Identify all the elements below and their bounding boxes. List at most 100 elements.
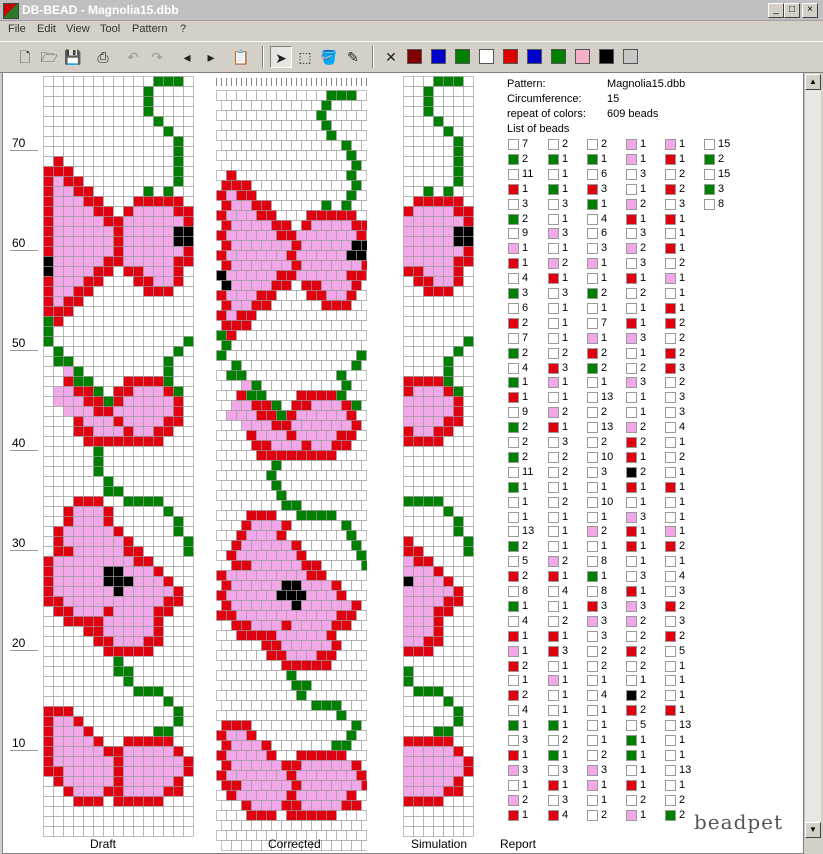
bead-cell	[433, 606, 444, 617]
bead-cell	[53, 226, 64, 237]
menu-view[interactable]: View	[66, 23, 90, 35]
color-swatch[interactable]	[431, 49, 446, 64]
bead-cell	[463, 116, 474, 127]
bead-cell	[133, 406, 144, 417]
bead-cell	[331, 400, 342, 411]
bead-cell	[63, 466, 74, 477]
bead-cell	[453, 726, 464, 737]
bead-cell	[163, 326, 174, 337]
bead-cell	[113, 376, 124, 387]
bead-cell	[133, 96, 144, 107]
bead-cell	[281, 260, 292, 271]
save-icon[interactable]: 💾	[62, 46, 84, 68]
paste-icon[interactable]: 📋	[230, 46, 252, 68]
bead-cell	[331, 480, 342, 491]
bead-cell	[331, 640, 342, 651]
bead-cell	[423, 196, 434, 207]
eyedropper-icon[interactable]: ✎	[342, 46, 364, 68]
open-folder-icon[interactable]: 🗁	[38, 46, 60, 68]
menu-file[interactable]: File	[8, 23, 26, 35]
bead-cell	[276, 230, 287, 241]
bead-cell	[261, 820, 272, 831]
color-swatch[interactable]	[623, 49, 638, 64]
bead-cell	[361, 580, 367, 591]
bead-color-swatch	[626, 228, 637, 240]
color-swatch[interactable]	[551, 49, 566, 64]
bead-cell	[261, 540, 272, 551]
pointer-icon[interactable]: ➤	[270, 46, 292, 68]
bead-cell	[351, 540, 362, 551]
bead-cell	[246, 190, 257, 201]
undo-icon[interactable]: ↶	[122, 46, 144, 68]
bead-cell	[226, 690, 237, 701]
bead-color-swatch	[665, 437, 676, 448]
bead-cell	[266, 210, 277, 221]
bead-cell	[316, 570, 327, 581]
new-file-icon[interactable]: 🗋	[14, 46, 36, 68]
bead-cell	[133, 806, 144, 817]
menu-edit[interactable]: Edit	[37, 23, 56, 35]
bead-cell	[336, 410, 347, 421]
bead-cell	[296, 650, 307, 661]
next-icon[interactable]: ▸	[200, 46, 222, 68]
bead-cell	[291, 580, 302, 591]
scroll-up-icon[interactable]: ▲	[805, 74, 821, 90]
bead-cell	[113, 316, 124, 327]
corrected-grid[interactable]	[216, 76, 367, 851]
bead-cell	[251, 100, 262, 111]
bead-cell	[123, 276, 134, 287]
redo-icon[interactable]: ↷	[146, 46, 168, 68]
color-swatch[interactable]	[479, 49, 494, 64]
bead-cell	[246, 730, 257, 741]
simulation-grid[interactable]	[403, 76, 474, 837]
color-swatch[interactable]	[527, 49, 542, 64]
print-icon[interactable]: ⎙	[92, 46, 114, 68]
minimize-button[interactable]: _	[768, 3, 784, 18]
fill-bucket-icon[interactable]: 🪣	[318, 46, 340, 68]
menu-help[interactable]: ?	[180, 23, 186, 35]
bead-cell	[113, 826, 124, 837]
vertical-scrollbar[interactable]: ▲ ▼	[804, 74, 821, 838]
bead-count: 1	[679, 689, 686, 702]
bead-cell	[221, 700, 232, 711]
bead-count: 7	[522, 138, 529, 150]
bead-cell	[351, 280, 362, 291]
bead-cell	[443, 636, 454, 647]
menu-tool[interactable]: Tool	[100, 23, 120, 35]
menu-pattern[interactable]: Pattern	[132, 23, 167, 35]
bead-count: 1	[562, 391, 569, 404]
bead-count: 2	[679, 376, 686, 389]
clear-x-icon[interactable]: ✕	[380, 46, 402, 68]
bead-cell	[326, 610, 337, 621]
bead-color-swatch	[548, 571, 559, 583]
bead-count: 1	[679, 227, 686, 240]
bead-color-swatch	[626, 541, 637, 553]
bead-count: 1	[679, 272, 686, 285]
bead-cell	[133, 596, 144, 607]
scroll-down-icon[interactable]: ▼	[805, 822, 821, 838]
app-icon[interactable]	[3, 3, 19, 19]
maximize-button[interactable]: □	[784, 3, 800, 18]
bead-cell	[93, 676, 104, 687]
color-swatch[interactable]	[599, 49, 614, 64]
bead-cell	[73, 156, 84, 167]
color-swatch[interactable]	[503, 49, 518, 64]
bead-cell	[423, 776, 434, 787]
bead-cell	[433, 316, 444, 327]
color-swatch[interactable]	[575, 49, 590, 64]
bead-cell	[413, 286, 424, 297]
color-swatch[interactable]	[455, 49, 470, 64]
bead-cell	[321, 120, 332, 131]
bead-cell	[143, 166, 154, 177]
color-swatch[interactable]	[407, 49, 422, 64]
bead-cell	[276, 130, 287, 141]
close-button[interactable]: ×	[802, 3, 818, 18]
previous-icon[interactable]: ◂	[176, 46, 198, 68]
bead-cell	[281, 180, 292, 191]
draft-grid[interactable]	[43, 76, 194, 837]
bead-count: 3	[640, 510, 647, 523]
bead-cell	[103, 616, 114, 627]
bead-cell	[311, 200, 322, 211]
bead-cell	[221, 600, 232, 611]
select-rect-icon[interactable]: ⬚	[294, 46, 316, 68]
